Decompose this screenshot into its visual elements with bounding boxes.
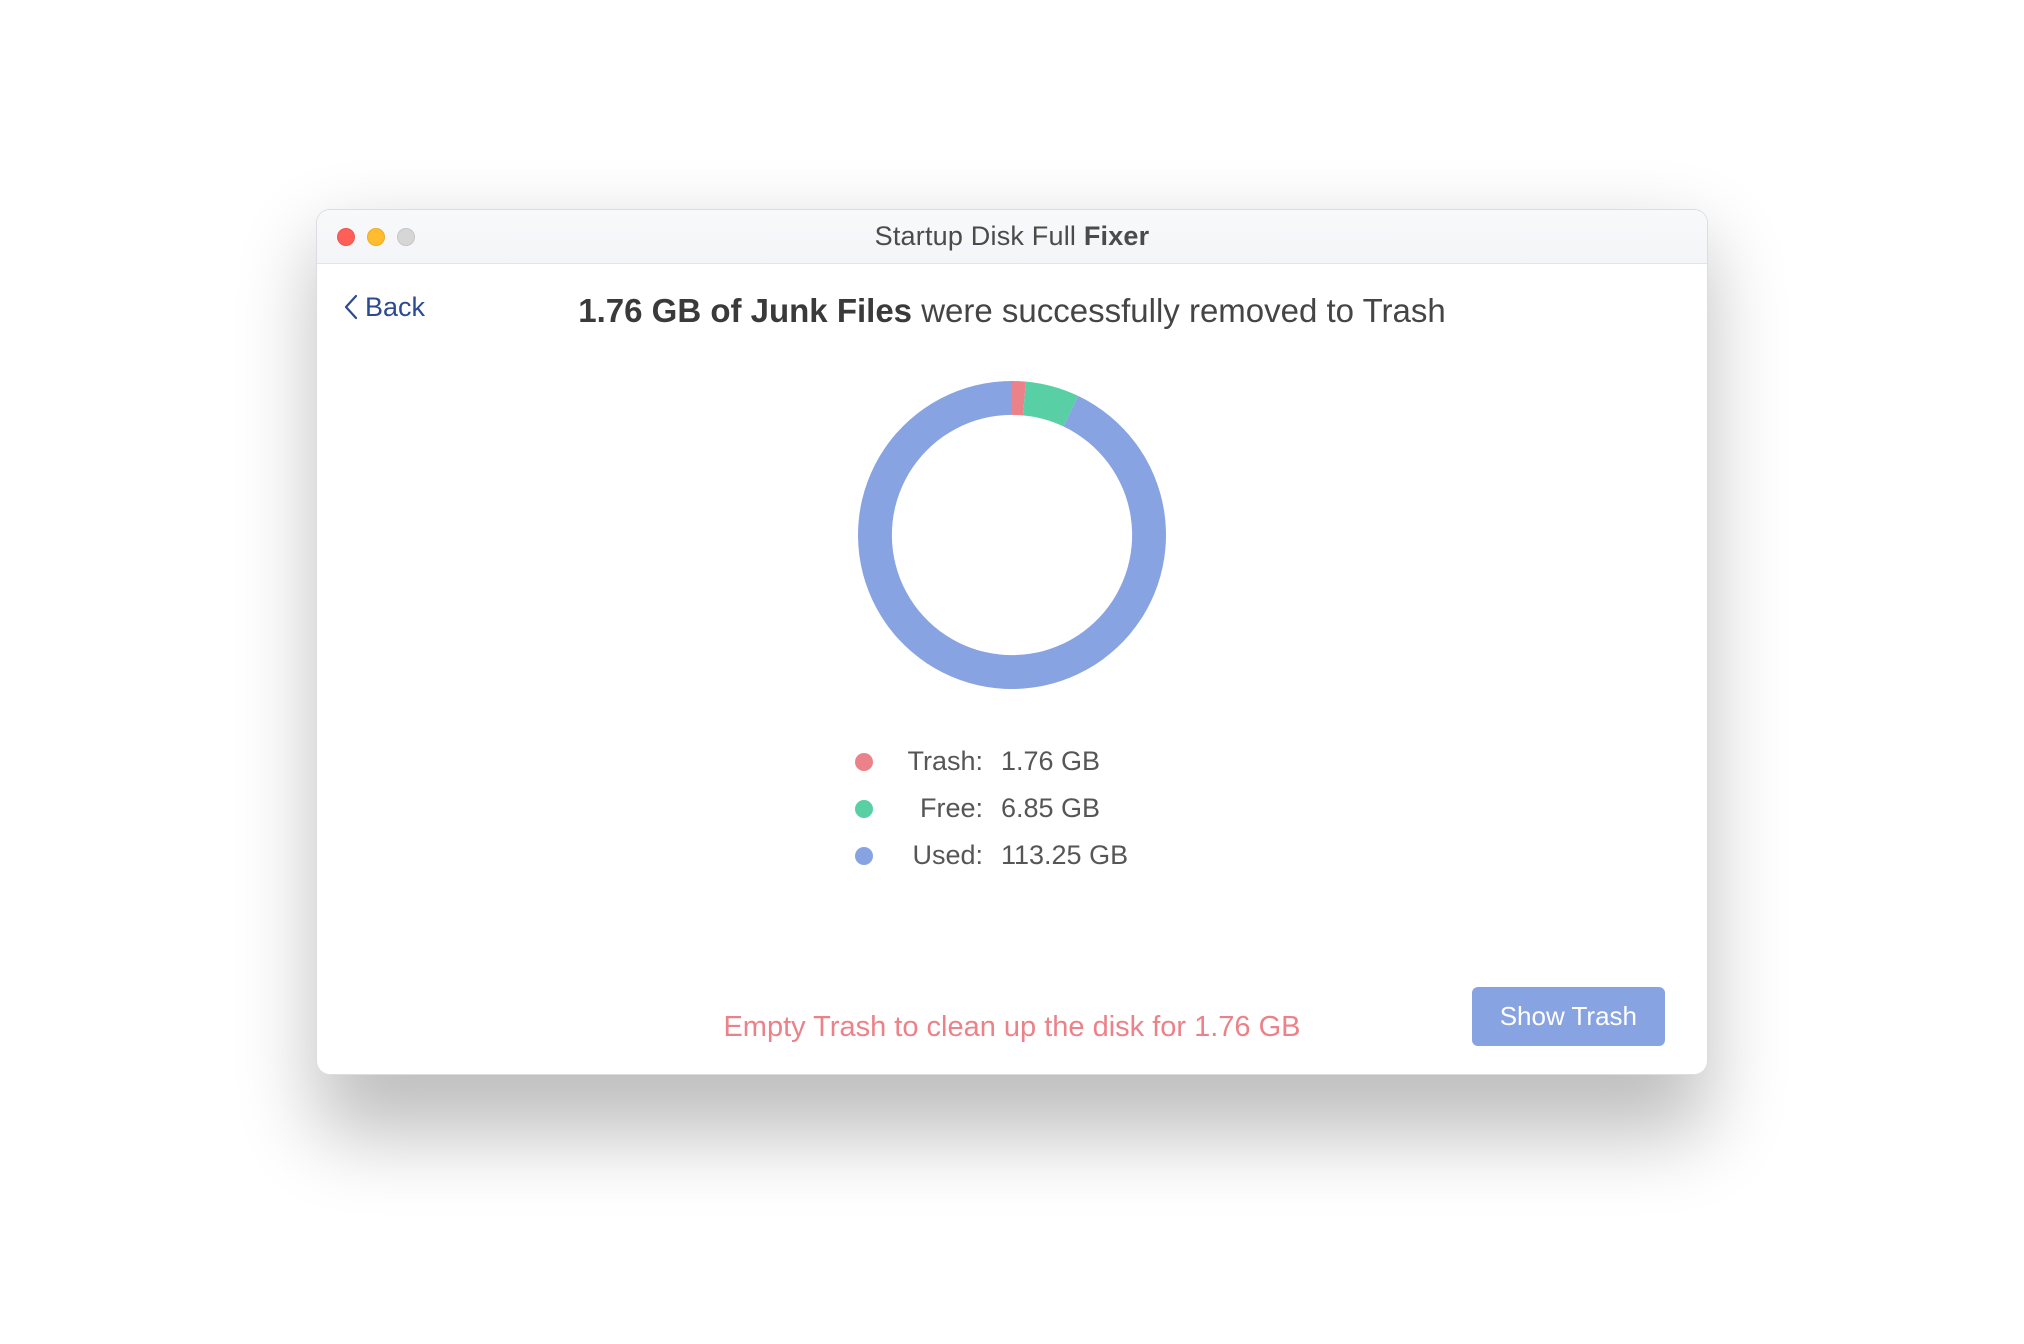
- result-message: 1.76 GB of Junk Files were successfully …: [357, 292, 1667, 330]
- close-icon[interactable]: [337, 228, 355, 246]
- chevron-left-icon: [343, 293, 359, 321]
- result-text: were successfully removed to Trash: [912, 292, 1446, 329]
- window-controls: [337, 228, 415, 246]
- disk-usage-chart: [357, 360, 1667, 710]
- legend: Trash: 1.76 GB Free: 6.85 GB Used: 113.2…: [357, 746, 1667, 871]
- app-window: Startup Disk Full Fixer Back 1.76 GB of …: [316, 209, 1708, 1075]
- window-body: Back 1.76 GB of Junk Files were successf…: [317, 264, 1707, 1074]
- legend-value-used: 113.25 GB: [1001, 840, 1171, 871]
- back-button[interactable]: Back: [343, 292, 425, 323]
- minimize-icon[interactable]: [367, 228, 385, 246]
- maximize-icon: [397, 228, 415, 246]
- legend-label-trash: Trash:: [891, 746, 983, 777]
- titlebar: Startup Disk Full Fixer: [317, 210, 1707, 264]
- show-trash-button[interactable]: Show Trash: [1472, 987, 1665, 1046]
- legend-dot-trash: [855, 753, 873, 771]
- legend-dot-used: [855, 847, 873, 865]
- chart-segment-used: [858, 381, 1166, 689]
- legend-label-free: Free:: [891, 793, 983, 824]
- legend-dot-free: [855, 800, 873, 818]
- empty-trash-tip: Empty Trash to clean up the disk for 1.7…: [723, 1011, 1300, 1044]
- window-title: Startup Disk Full Fixer: [875, 221, 1150, 252]
- legend-label-used: Used:: [891, 840, 983, 871]
- back-label: Back: [365, 292, 425, 323]
- legend-value-free: 6.85 GB: [1001, 793, 1171, 824]
- window-title-light: Startup Disk Full: [875, 221, 1076, 251]
- window-title-bold: Fixer: [1084, 221, 1150, 251]
- result-amount: 1.76 GB of Junk Files: [578, 292, 912, 329]
- legend-value-trash: 1.76 GB: [1001, 746, 1171, 777]
